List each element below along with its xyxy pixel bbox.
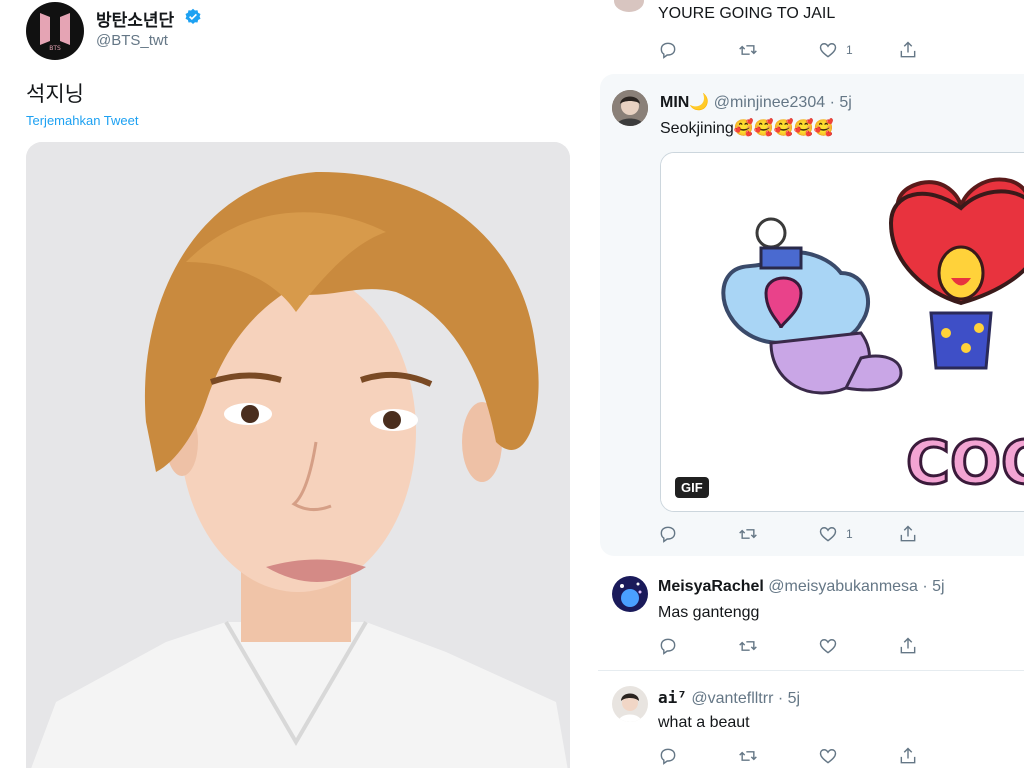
share-icon: [900, 747, 916, 764]
reply-avatar[interactable]: [612, 90, 648, 126]
share-icon: [900, 525, 916, 542]
like-icon: [819, 749, 837, 764]
author-handle[interactable]: @BTS_twt: [96, 32, 168, 49]
like-button[interactable]: 1: [818, 524, 898, 544]
reply-handle[interactable]: @meisyabukanmesa · 5j: [768, 578, 944, 595]
reply-icon: [660, 638, 676, 655]
reply-author-name[interactable]: MeisyaRachel: [658, 578, 764, 595]
share-button[interactable]: [898, 636, 978, 656]
retweet-icon: [739, 529, 757, 539]
reply-button[interactable]: [658, 40, 738, 60]
retweet-button[interactable]: [738, 636, 818, 656]
share-icon: [900, 41, 916, 58]
reply-actions: [658, 746, 978, 766]
reply-button[interactable]: [658, 636, 738, 656]
reply-text: what a beaut: [658, 714, 750, 731]
reply-handle[interactable]: @vanteflltrr · 5j: [691, 690, 800, 707]
reply-avatar[interactable]: [612, 686, 648, 722]
reply-text: Mas gantengg: [658, 604, 760, 621]
tweet-text: 석지닝: [26, 82, 84, 106]
share-button[interactable]: [898, 40, 978, 60]
share-button[interactable]: [898, 746, 978, 766]
verified-icon: [185, 8, 201, 25]
gif-media[interactable]: COO GIF: [660, 152, 1024, 512]
tweet-photo[interactable]: [26, 142, 570, 768]
retweet-icon: [739, 751, 757, 761]
share-button[interactable]: [898, 524, 978, 544]
reply-icon: [660, 42, 676, 59]
retweet-button[interactable]: [738, 524, 818, 544]
reply-button[interactable]: [658, 524, 738, 544]
retweet-icon: [739, 45, 757, 55]
reply-actions: 1: [658, 524, 978, 544]
reply-header: ai⁷ @vanteflltrr · 5j: [658, 688, 800, 708]
like-count: 1: [846, 43, 853, 57]
highlighted-reply[interactable]: MIN🌙 @minjinee2304 · 5j Seokjining🥰🥰🥰🥰🥰: [600, 74, 1024, 556]
reply-icon: [660, 526, 676, 543]
like-icon: [819, 527, 837, 542]
like-icon: [819, 43, 837, 58]
like-icon: [819, 639, 837, 654]
reply-header: MeisyaRachel @meisyabukanmesa · 5j: [658, 578, 945, 596]
avatar-image: [612, 686, 648, 722]
gif-caption: COO: [906, 428, 1024, 498]
avatar-image: [612, 90, 648, 126]
replies-column: YOURE GOING TO JAIL 1 MIN🌙 @minjinee2304…: [598, 0, 1024, 768]
avatar-image: [612, 576, 648, 612]
gif-illustration: COO: [661, 153, 1024, 511]
author-name[interactable]: 방탄소년단: [96, 6, 174, 31]
like-button[interactable]: 1: [818, 40, 898, 60]
reply-header: MIN🌙 @minjinee2304 · 5j: [660, 92, 852, 112]
main-tweet: BTS 방탄소년단 @BTS_twt 석지닝 Terjemahkan Tweet: [0, 0, 586, 768]
author-avatar[interactable]: BTS: [26, 2, 84, 60]
svg-text:BTS: BTS: [49, 45, 61, 51]
share-icon: [900, 637, 916, 654]
reply-text: YOURE GOING TO JAIL: [658, 5, 836, 22]
retweet-icon: [739, 641, 757, 651]
reply-handle[interactable]: @minjinee2304 · 5j: [714, 94, 852, 111]
reply-actions: 1: [658, 40, 978, 60]
portrait-image: [26, 142, 570, 768]
bts-logo-icon: BTS: [40, 13, 70, 51]
reply-button[interactable]: [658, 746, 738, 766]
like-count: 1: [846, 527, 853, 541]
like-button[interactable]: [818, 636, 898, 656]
reply-avatar[interactable]: [612, 576, 648, 612]
like-button[interactable]: [818, 746, 898, 766]
gif-badge: GIF: [675, 477, 709, 498]
reply-icon: [660, 748, 676, 765]
translate-tweet-link[interactable]: Terjemahkan Tweet: [26, 113, 139, 128]
divider: [598, 670, 1024, 671]
retweet-button[interactable]: [738, 746, 818, 766]
reply-author-name[interactable]: ai⁷: [658, 688, 687, 707]
reply-author-name[interactable]: MIN🌙: [660, 94, 709, 111]
reply-actions: [658, 636, 978, 656]
retweet-button[interactable]: [738, 40, 818, 60]
reply-text: Seokjining🥰🥰🥰🥰🥰: [660, 120, 834, 137]
reply-avatar[interactable]: [614, 0, 644, 12]
